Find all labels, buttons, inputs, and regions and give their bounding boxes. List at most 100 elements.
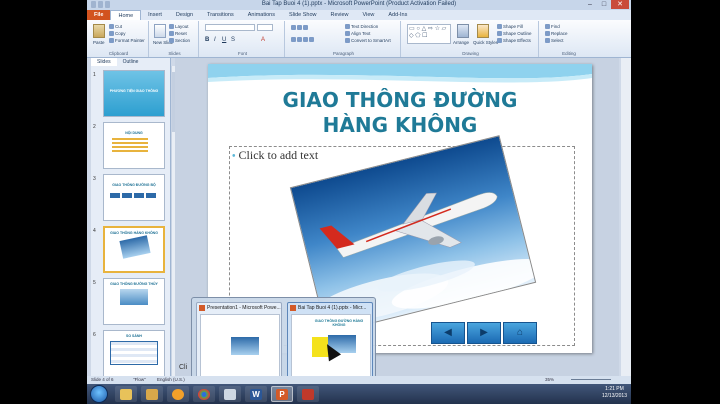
tab-outline[interactable]: Outline	[117, 58, 145, 66]
language-indicator[interactable]: English (U.S.)	[157, 377, 185, 382]
reset-button[interactable]: Reset	[169, 31, 187, 36]
slide-thumbnail-6[interactable]: 6 SO SÁNH	[91, 330, 171, 382]
title-bar: Bai Tap Buoi 4 (1).pptx - Microsoft Powe…	[87, 0, 631, 10]
quick-styles-button[interactable]: Quick Styles	[473, 40, 498, 45]
align-buttons[interactable]	[291, 37, 314, 42]
copy-button[interactable]: Copy	[109, 31, 126, 36]
chrome-icon[interactable]	[193, 386, 215, 402]
maximize-button[interactable]: □	[597, 0, 611, 9]
previous-slide-button[interactable]: ◀	[431, 322, 465, 344]
shape-fill-button[interactable]: Shape Fill	[497, 24, 523, 29]
copy-icon	[109, 31, 114, 36]
select-button[interactable]: Select	[545, 38, 564, 43]
align-text-icon	[345, 31, 350, 36]
paint-icon[interactable]	[219, 386, 241, 402]
font-name-box[interactable]	[205, 24, 255, 31]
underline-button[interactable]: U	[222, 37, 226, 43]
italic-button[interactable]: I	[214, 37, 216, 43]
align-text-button[interactable]: Align Text	[345, 31, 370, 36]
convert-smartart-button[interactable]: Convert to SmartArt	[345, 38, 391, 43]
shape-effects-button[interactable]: Shape Effects	[497, 38, 531, 43]
text-direction-button[interactable]: Text Direction	[345, 24, 378, 29]
slide-nav-buttons: ◀ ▶ ⌂	[431, 322, 539, 344]
powerpoint-window: Bai Tap Buoi 4 (1).pptx - Microsoft Powe…	[87, 0, 631, 404]
quick-styles-icon[interactable]	[477, 24, 489, 38]
preview-card-bai-tap[interactable]: Bai Tap Buoi 4 (1).pptx - Micr... GIAO T…	[287, 302, 373, 380]
preview-card-presentation1[interactable]: Presentation1 - Microsoft Powe...	[196, 302, 282, 380]
system-tray-clock[interactable]: 1:21 PM 12/13/2013	[602, 386, 627, 400]
tab-animations[interactable]: Animations	[241, 10, 282, 20]
shapes-gallery[interactable]: ▭ ○ △ ⇨ ☆ ▱ ◇ ⬠ ☐	[407, 24, 451, 44]
tab-transitions[interactable]: Transitions	[200, 10, 241, 20]
strikethrough-button[interactable]: S	[231, 37, 235, 43]
slide-thumbnail-4[interactable]: 4 GIAO THÔNG HÀNG KHÔNG	[91, 226, 171, 278]
layout-button[interactable]: Layout	[169, 24, 189, 29]
new-slide-icon[interactable]	[154, 24, 166, 38]
zoom-level[interactable]: 35%	[545, 377, 554, 382]
screenshot-tool-icon[interactable]	[297, 386, 319, 402]
placeholder-text[interactable]: • Click to add text	[232, 148, 318, 163]
paste-button[interactable]: Paste	[93, 40, 105, 45]
bullets-button[interactable]	[291, 25, 308, 30]
tab-file[interactable]: File	[87, 10, 111, 20]
numbering-icon	[297, 25, 302, 30]
fill-icon	[497, 24, 502, 29]
powerpoint-icon[interactable]: P	[271, 386, 293, 402]
library-icon[interactable]	[141, 386, 163, 402]
format-painter-button[interactable]: Format Painter	[109, 38, 145, 43]
taskbar-preview-popup: Presentation1 - Microsoft Powe... Bai Ta…	[191, 297, 376, 384]
tab-slides[interactable]: Slides	[91, 58, 117, 66]
notes-text[interactable]: Cli	[179, 364, 187, 371]
paste-icon[interactable]	[93, 24, 105, 38]
thumbnail-title: NỘI DUNG	[125, 131, 143, 135]
preview-card-title: Bai Tap Buoi 4 (1).pptx - Micr...	[298, 305, 367, 311]
font-size-box[interactable]	[257, 24, 273, 31]
next-slide-button[interactable]: ▶	[467, 322, 501, 344]
tab-design[interactable]: Design	[169, 10, 200, 20]
align-left-icon	[291, 37, 296, 42]
window-title: Bai Tap Buoi 4 (1).pptx - Microsoft Powe…	[261, 1, 457, 7]
tab-view[interactable]: View	[356, 10, 382, 20]
tab-home[interactable]: Home	[110, 10, 142, 20]
word-icon[interactable]: W	[245, 386, 267, 402]
slide-thumbnail-3[interactable]: 3 GIAO THÔNG ĐƯỜNG BỘ	[91, 174, 171, 226]
justify-icon	[309, 37, 314, 42]
effects-icon	[497, 38, 502, 43]
thumbnail-title: SO SÁNH	[126, 334, 142, 338]
select-icon	[545, 38, 550, 43]
slides-label: Slides	[168, 51, 181, 56]
shape-outline-button[interactable]: Shape Outline	[497, 31, 532, 36]
explorer-icon[interactable]	[115, 386, 137, 402]
slide-title[interactable]: GIAO THÔNG ĐƯỜNG HÀNG KHÔNG	[248, 88, 552, 138]
thumbnail-title: GIAO THÔNG HÀNG KHÔNG	[110, 231, 158, 235]
preview-thumbnail: GIAO THÔNG ĐƯỜNG HÀNG KHÔNG	[291, 314, 371, 378]
align-center-icon	[297, 37, 302, 42]
brush-icon	[109, 38, 114, 43]
vertical-scrollbar[interactable]	[621, 58, 631, 376]
tab-slide-show[interactable]: Slide Show	[282, 10, 324, 20]
slide-thumbnail-2[interactable]: 2 NỘI DUNG	[91, 122, 171, 174]
tab-insert[interactable]: Insert	[141, 10, 169, 20]
zoom-slider[interactable]	[571, 379, 611, 380]
bullets-icon	[291, 25, 296, 30]
tab-add-ins[interactable]: Add-Ins	[381, 10, 414, 20]
arrange-icon[interactable]	[457, 24, 469, 38]
bold-button[interactable]: B	[205, 37, 209, 43]
font-label: Font	[237, 51, 247, 56]
thumbnail-title: GIAO THÔNG ĐƯỜNG BỘ	[112, 183, 156, 187]
close-button[interactable]: ✕	[611, 0, 629, 9]
slide-thumbnail-5[interactable]: 5 GIAO THÔNG ĐƯỜNG THỦY	[91, 278, 171, 330]
replace-button[interactable]: Replace	[545, 31, 568, 36]
slide-thumbnail-1[interactable]: 1 PHƯƠNG TIỆN GIAO THÔNG	[91, 70, 171, 122]
section-button[interactable]: Section	[169, 38, 190, 43]
minimize-button[interactable]: –	[583, 0, 597, 9]
find-button[interactable]: Find	[545, 24, 560, 29]
home-slide-button[interactable]: ⌂	[503, 322, 537, 344]
arrange-button[interactable]: Arrange	[453, 40, 469, 45]
start-button[interactable]	[90, 385, 108, 403]
cut-button[interactable]: Cut	[109, 24, 122, 29]
font-color-button[interactable]: A	[261, 37, 265, 43]
tab-review[interactable]: Review	[324, 10, 356, 20]
slide-number: 1	[93, 72, 96, 78]
media-player-icon[interactable]	[167, 386, 189, 402]
